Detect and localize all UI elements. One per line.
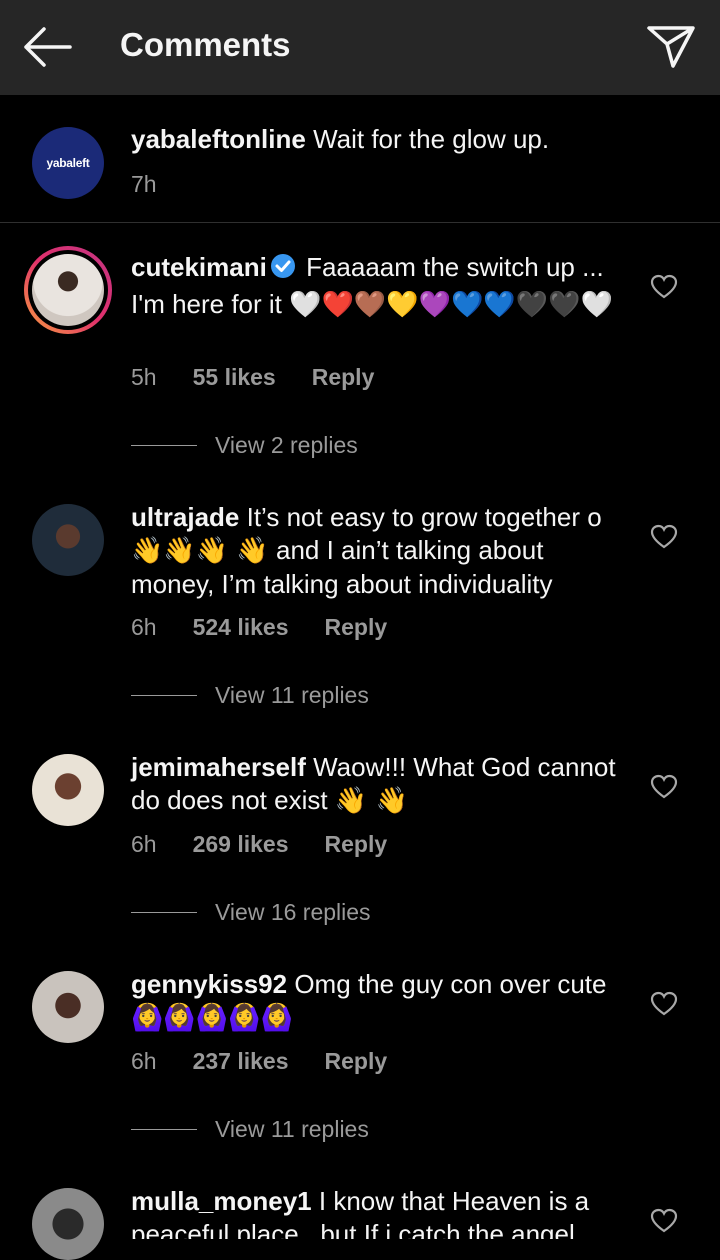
username[interactable]: gennykiss92 (131, 969, 287, 999)
emoji: 👋👋👋 👋 (131, 536, 269, 566)
username[interactable]: cutekimani (131, 252, 267, 282)
comment-time: 6h (131, 1048, 157, 1074)
likes-count[interactable]: 55 likes (193, 364, 276, 390)
view-replies-label: View 11 replies (215, 682, 369, 708)
comment-time: 5h (131, 364, 157, 390)
view-replies-button[interactable]: View 16 replies (131, 899, 371, 926)
avatar[interactable] (24, 246, 112, 334)
username[interactable]: yabaleftonline (131, 124, 306, 154)
heart-icon[interactable] (650, 991, 678, 1017)
comment-time: 6h (131, 614, 157, 640)
divider (131, 695, 197, 696)
comment-meta: 6h 269 likes Reply (131, 831, 423, 858)
likes-count[interactable]: 524 likes (193, 614, 289, 640)
caption-body: Wait for the glow up. (313, 124, 550, 154)
comment-body: Omg the guy con over cute (294, 969, 607, 999)
heart-icon[interactable] (650, 524, 678, 550)
username[interactable]: mulla_money1 (131, 1186, 312, 1216)
verified-badge-icon (269, 252, 297, 288)
comment-text: jemimaherself Waow!!! What God cannot do… (131, 751, 621, 818)
comment-text: gennykiss92 Omg the guy con over cute 🙆‍… (131, 968, 636, 1035)
reply-button[interactable]: Reply (325, 831, 388, 857)
avatar[interactable] (32, 971, 104, 1043)
send-icon[interactable] (645, 22, 697, 72)
avatar[interactable] (32, 504, 104, 576)
logo-text: yabaleft (46, 156, 90, 170)
avatar[interactable]: yabaleft (32, 127, 104, 199)
avatar-ring (28, 250, 108, 330)
emoji: 🙆‍♀️🙆‍♀️🙆‍♀️🙆‍♀️🙆‍♀️ (131, 1003, 293, 1033)
comment-meta: 6h 524 likes Reply (131, 614, 423, 641)
view-replies-label: View 16 replies (215, 899, 371, 925)
comment-text: ultrajade It’s not easy to grow together… (131, 501, 621, 601)
comment-text: mulla_money1 I know that Heaven is a pea… (131, 1185, 621, 1239)
username[interactable]: ultrajade (131, 502, 239, 532)
comment-meta: 6h 237 likes Reply (131, 1048, 423, 1075)
caption-time: 7h (131, 171, 157, 197)
page-title: Comments (120, 26, 291, 63)
avatar-photo (32, 254, 104, 326)
heart-icon[interactable] (650, 774, 678, 800)
caption: yabaleft yabaleftonline Wait for the glo… (0, 95, 720, 223)
heart-icon[interactable] (650, 274, 678, 300)
view-replies-label: View 2 replies (215, 432, 358, 458)
likes-count[interactable]: 237 likes (193, 1048, 289, 1074)
avatar[interactable] (32, 1188, 104, 1260)
view-replies-button[interactable]: View 11 replies (131, 1116, 369, 1143)
emoji: 🤍❤️🤎💛💜💙💙🖤🖤🤍 (289, 290, 613, 320)
comment-meta: 5h 55 likes Reply (131, 364, 410, 391)
comment-body: It’s not easy to grow together o (246, 502, 602, 532)
top-bar: Comments (0, 0, 720, 95)
reply-button[interactable]: Reply (312, 364, 375, 390)
view-replies-button[interactable]: View 11 replies (131, 682, 369, 709)
caption-text: yabaleftonline Wait for the glow up. (131, 123, 631, 156)
likes-count[interactable]: 269 likes (193, 831, 289, 857)
username[interactable]: jemimaherself (131, 752, 306, 782)
heart-icon[interactable] (650, 1208, 678, 1234)
view-replies-label: View 11 replies (215, 1116, 369, 1142)
divider (131, 1129, 197, 1130)
avatar[interactable] (32, 754, 104, 826)
divider (131, 912, 197, 913)
back-arrow-icon[interactable] (18, 22, 78, 72)
comment-time: 6h (131, 831, 157, 857)
reply-button[interactable]: Reply (325, 614, 388, 640)
comment-text: cutekimani Faaaaam the switch up ... I'm… (131, 251, 621, 322)
view-replies-button[interactable]: View 2 replies (131, 432, 358, 459)
reply-button[interactable]: Reply (325, 1048, 388, 1074)
emoji: 👋 👋 (334, 786, 408, 816)
divider (131, 445, 197, 446)
